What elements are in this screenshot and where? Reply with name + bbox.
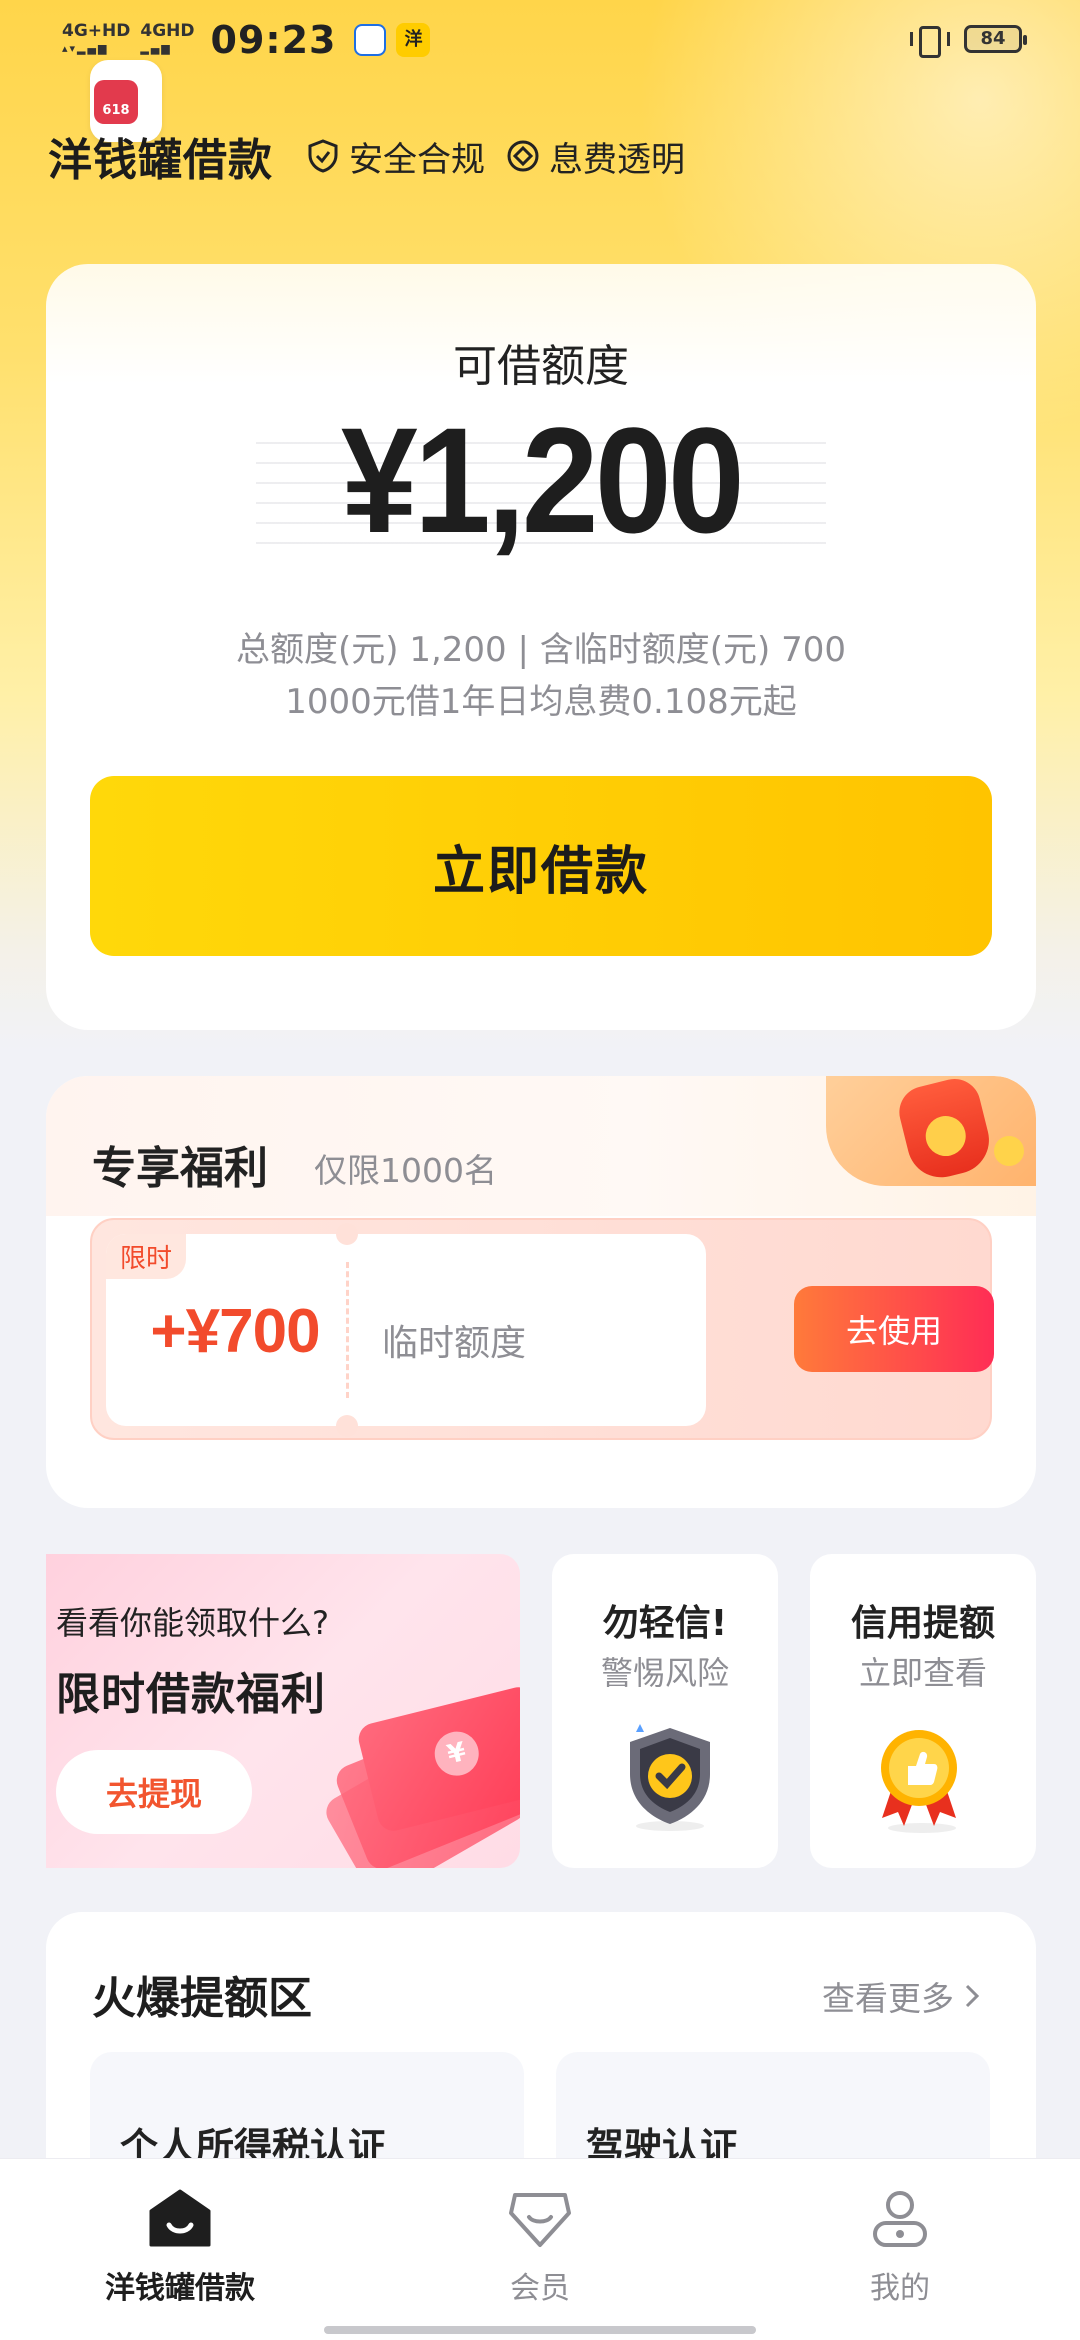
red-envelope-icon <box>893 1076 997 1185</box>
nav-item-vip[interactable]: 会员 <box>420 2189 660 2307</box>
medal-thumbs-up-icon <box>881 1730 957 1833</box>
notification-app-icon <box>354 24 387 56</box>
bottom-navigation: 洋钱罐借款 会员 我的 <box>0 2158 1080 2340</box>
borrow-now-button[interactable]: 立即借款 <box>90 776 992 956</box>
nav-label-profile: 我的 <box>870 2271 930 2306</box>
promo-headline: 限时借款福利 <box>56 1669 326 1720</box>
compliance-tag: 安全合规 <box>307 132 485 181</box>
coupon-area: 限时 +¥700 临时额度 去使用 <box>90 1218 994 1440</box>
app-title: 洋钱罐借款 <box>48 135 273 186</box>
transparency-tag: 息费透明 <box>507 132 685 181</box>
home-indicator[interactable] <box>324 2326 756 2334</box>
status-bar: 4G+HD ▴▾▂▄▆ 4GHD ▂▄▆ 09:23 洋 84 <box>0 0 1080 80</box>
promo-credit-increase[interactable]: 信用提额 立即查看 <box>810 1554 1036 1868</box>
welfare-subtitle: 仅限1000名 <box>314 1151 497 1190</box>
credit-label: 可借额度 <box>453 341 629 392</box>
credit-card: 可借额度 ¥1,200 总额度(元) 1,200 | 含临时额度(元) 700 … <box>46 264 1036 1030</box>
network-indicator-2: 4GHD ▂▄▆ <box>140 21 195 55</box>
credit-increase-subtitle: 立即查看 <box>858 1654 987 1692</box>
notification-yangqianguan-icon: 洋 <box>396 23 431 57</box>
view-more-link[interactable]: 查看更多 <box>822 1972 980 2020</box>
vip-icon <box>509 2193 571 2247</box>
gift-decoration <box>826 1076 1036 1186</box>
profile-icon <box>873 2191 927 2247</box>
app-header: 洋钱罐借款 安全合规 息费透明 <box>48 124 685 188</box>
coin-icon <box>994 1136 1024 1166</box>
vibrate-icon <box>910 24 950 58</box>
nav-label-loan: 洋钱罐借款 <box>105 2271 255 2306</box>
coupon-amount: +¥700 <box>150 1297 320 1366</box>
shield-check-icon <box>308 139 338 173</box>
nav-item-profile[interactable]: 我的 <box>780 2189 1020 2307</box>
welfare-title: 专享福利 <box>86 1132 268 1196</box>
nav-label-vip: 会员 <box>510 2271 570 2306</box>
promo-618-label: 618 <box>94 80 138 124</box>
limited-time-tag: 限时 <box>106 1234 187 1279</box>
nav-item-loan[interactable]: 洋钱罐借款 <box>60 2189 300 2307</box>
hot-section-title: 火爆提额区 <box>92 1973 312 2024</box>
risk-subtitle: 警惕风险 <box>600 1654 729 1692</box>
chevron-right-icon <box>965 1984 980 2008</box>
home-icon <box>149 2189 211 2247</box>
credit-increase-title: 信用提额 <box>850 1603 995 1644</box>
diamond-icon <box>507 140 539 172</box>
use-coupon-button[interactable]: 去使用 <box>794 1286 994 1372</box>
battery-icon: 84 <box>964 25 1027 53</box>
withdraw-button[interactable]: 去提现 <box>56 1750 252 1834</box>
credit-total-line: 总额度(元) 1,200 | 含临时额度(元) 700 <box>236 630 846 670</box>
clock: 09:23 <box>210 18 337 62</box>
promo-borrow-welfare[interactable]: 看看你能领取什么? 限时借款福利 去提现 <box>46 1554 520 1868</box>
coupon-name: 临时额度 <box>382 1323 527 1364</box>
promo-risk-warning[interactable]: 勿轻信! 警惕风险 <box>552 1554 778 1868</box>
network-indicator-1: 4G+HD ▴▾▂▄▆ <box>62 21 131 55</box>
coupon-ticket[interactable]: 限时 +¥700 临时额度 <box>106 1223 706 1437</box>
credit-amount: ¥1,200 <box>340 396 745 564</box>
credit-rate-line: 1000元借1年日均息费0.108元起 <box>285 682 797 722</box>
welfare-card: 专享福利 仅限1000名 限时 +¥700 临时额度 去使用 <box>46 1076 1036 1508</box>
shield-icon <box>630 1724 710 1831</box>
risk-title: 勿轻信! <box>602 1603 728 1644</box>
promo-question: 看看你能领取什么? <box>56 1604 329 1642</box>
